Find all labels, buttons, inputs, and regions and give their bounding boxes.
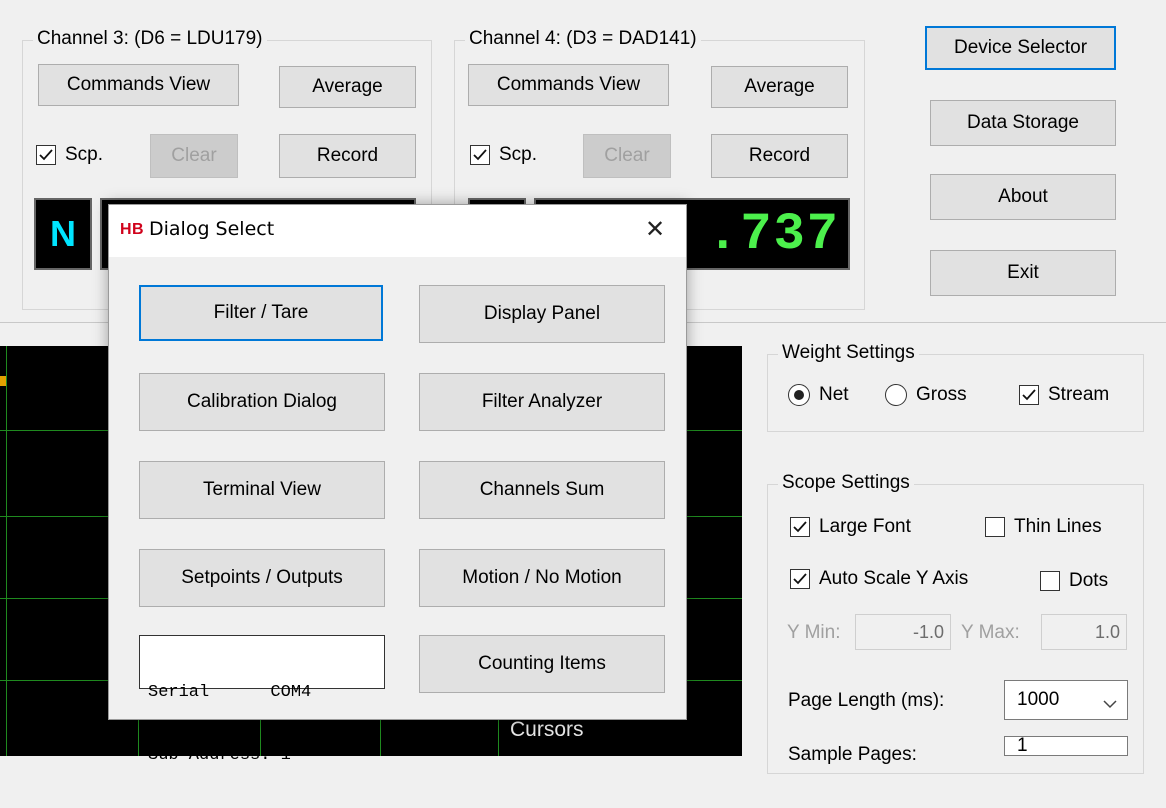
connection-info-box: Serial COM4 Sub Address: 1 (139, 635, 385, 765)
channel4-readout-value: .737 (707, 204, 840, 264)
dialog-select-window: HB Dialog Select ✕ Filter / Tare Calibra… (108, 204, 687, 765)
scope-trace-marker (0, 376, 6, 386)
dots-checkbox[interactable]: Dots (1040, 570, 1108, 592)
chevron-down-icon (1103, 693, 1117, 715)
sample-pages-value: 1 (1017, 736, 1028, 756)
channel3-mode-indicator: N (34, 198, 92, 270)
net-radio[interactable]: Net (788, 384, 849, 406)
net-label: Net (819, 384, 849, 405)
hb-logo-icon: HB (120, 221, 145, 238)
checkmark-icon (790, 569, 810, 589)
connection-info-line: Serial COM4 (148, 683, 312, 702)
page-length-value: 1000 (1017, 689, 1060, 710)
large-font-label: Large Font (819, 516, 911, 537)
device-selector-button[interactable]: Device Selector (925, 26, 1116, 70)
y-min-field[interactable]: -1.0 (855, 614, 951, 650)
terminal-view-button[interactable]: Terminal View (139, 461, 385, 519)
channel4-title: Channel 4: (D3 = DAD141) (465, 28, 701, 50)
channel4-scp-checkbox[interactable]: Scp. (470, 144, 537, 166)
dialog-titlebar: HB Dialog Select ✕ (109, 205, 686, 257)
y-min-value: -1.0 (912, 621, 944, 642)
y-min-label: Y Min: (787, 622, 841, 643)
exit-button[interactable]: Exit (930, 250, 1116, 296)
channel3-clear-button[interactable]: Clear (150, 134, 238, 178)
channel3-mode-letter: N (50, 213, 76, 254)
thin-lines-label: Thin Lines (1014, 516, 1102, 537)
gross-radio[interactable]: Gross (885, 384, 967, 406)
channel4-record-button[interactable]: Record (711, 134, 848, 178)
dots-label: Dots (1069, 570, 1109, 591)
auto-scale-checkbox[interactable]: Auto Scale Y Axis (790, 568, 968, 590)
checkmark-icon (470, 145, 490, 165)
channel3-average-button[interactable]: Average (279, 66, 416, 108)
data-storage-button[interactable]: Data Storage (930, 100, 1116, 146)
y-max-label: Y Max: (961, 622, 1020, 643)
auto-scale-label: Auto Scale Y Axis (819, 568, 969, 589)
channels-sum-button[interactable]: Channels Sum (419, 461, 665, 519)
setpoints-outputs-button[interactable]: Setpoints / Outputs (139, 549, 385, 607)
calibration-dialog-button[interactable]: Calibration Dialog (139, 373, 385, 431)
page-length-select[interactable]: 1000 (1004, 680, 1128, 720)
y-max-field[interactable]: 1.0 (1041, 614, 1127, 650)
y-max-value: 1.0 (1094, 621, 1120, 642)
channel3-record-button[interactable]: Record (279, 134, 416, 178)
filter-analyzer-button[interactable]: Filter Analyzer (419, 373, 665, 431)
stream-label: Stream (1048, 384, 1110, 405)
close-icon[interactable]: ✕ (645, 215, 665, 244)
gross-label: Gross (916, 384, 967, 405)
scope-cursors-label[interactable]: Cursors (510, 718, 584, 742)
large-font-checkbox[interactable]: Large Font (790, 516, 911, 538)
motion-no-motion-button[interactable]: Motion / No Motion (419, 549, 665, 607)
channel3-commands-view-button[interactable]: Commands View (38, 64, 239, 106)
channel3-scp-label: Scp. (65, 144, 104, 165)
about-button[interactable]: About (930, 174, 1116, 220)
radio-selected-icon (788, 384, 810, 406)
filter-tare-button[interactable]: Filter / Tare (139, 285, 383, 341)
display-panel-button[interactable]: Display Panel (419, 285, 665, 343)
page-length-label: Page Length (ms): (788, 690, 945, 711)
sample-pages-select[interactable]: 1 (1004, 736, 1128, 756)
checkbox-empty-icon (1040, 571, 1060, 591)
dialog-title: Dialog Select (149, 218, 275, 240)
thin-lines-checkbox[interactable]: Thin Lines (985, 516, 1102, 538)
channel4-average-button[interactable]: Average (711, 66, 848, 108)
scope-grid-line (6, 346, 7, 756)
checkmark-icon (790, 517, 810, 537)
channel4-commands-view-button[interactable]: Commands View (468, 64, 669, 106)
counting-items-button[interactable]: Counting Items (419, 635, 665, 693)
channel4-clear-button[interactable]: Clear (583, 134, 671, 178)
scope-settings-title: Scope Settings (778, 472, 914, 494)
checkbox-empty-icon (985, 517, 1005, 537)
checkmark-icon (36, 145, 56, 165)
channel3-scp-checkbox[interactable]: Scp. (36, 144, 103, 166)
weight-settings-title: Weight Settings (778, 342, 919, 364)
sample-pages-label: Sample Pages: (788, 744, 917, 765)
stream-checkbox[interactable]: Stream (1019, 384, 1109, 406)
channel4-scp-label: Scp. (499, 144, 538, 165)
radio-empty-icon (885, 384, 907, 406)
checkmark-icon (1019, 385, 1039, 405)
channel3-title: Channel 3: (D6 = LDU179) (33, 28, 267, 50)
